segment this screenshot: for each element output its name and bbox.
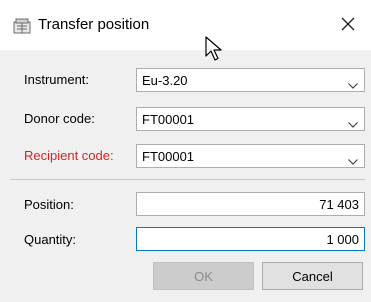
chevron-down-icon [348, 77, 358, 89]
donor-code-label: Donor code: [24, 111, 95, 126]
quantity-label: Quantity: [24, 232, 77, 247]
instrument-combobox[interactable]: Eu-3.20 [136, 68, 365, 92]
quantity-field[interactable]: 1 000 [136, 227, 365, 251]
recipient-code-combobox[interactable]: FT00001 [136, 144, 365, 168]
position-field[interactable]: 71 403 [136, 192, 365, 216]
mouse-cursor-icon [205, 36, 223, 62]
title-bar: Transfer position [0, 0, 371, 50]
position-label: Position: [24, 197, 74, 212]
chevron-down-icon [348, 116, 358, 128]
instrument-label: Instrument: [24, 72, 90, 87]
recipient-code-value: FT00001 [142, 149, 195, 164]
recipient-code-label: Recipient code: [24, 148, 114, 163]
transfer-icon [13, 18, 31, 34]
chevron-down-icon [348, 153, 358, 165]
dialog-title: Transfer position [38, 16, 150, 33]
close-button[interactable] [325, 0, 371, 50]
close-icon [341, 17, 355, 34]
instrument-value: Eu-3.20 [142, 73, 188, 88]
cancel-button[interactable]: Cancel [262, 262, 363, 290]
donor-code-value: FT00001 [142, 112, 195, 127]
separator [10, 179, 365, 180]
ok-button[interactable]: OK [153, 262, 254, 290]
donor-code-combobox[interactable]: FT00001 [136, 107, 365, 131]
transfer-position-dialog: Transfer position Instrument: Eu-3.20 Do… [0, 0, 371, 302]
